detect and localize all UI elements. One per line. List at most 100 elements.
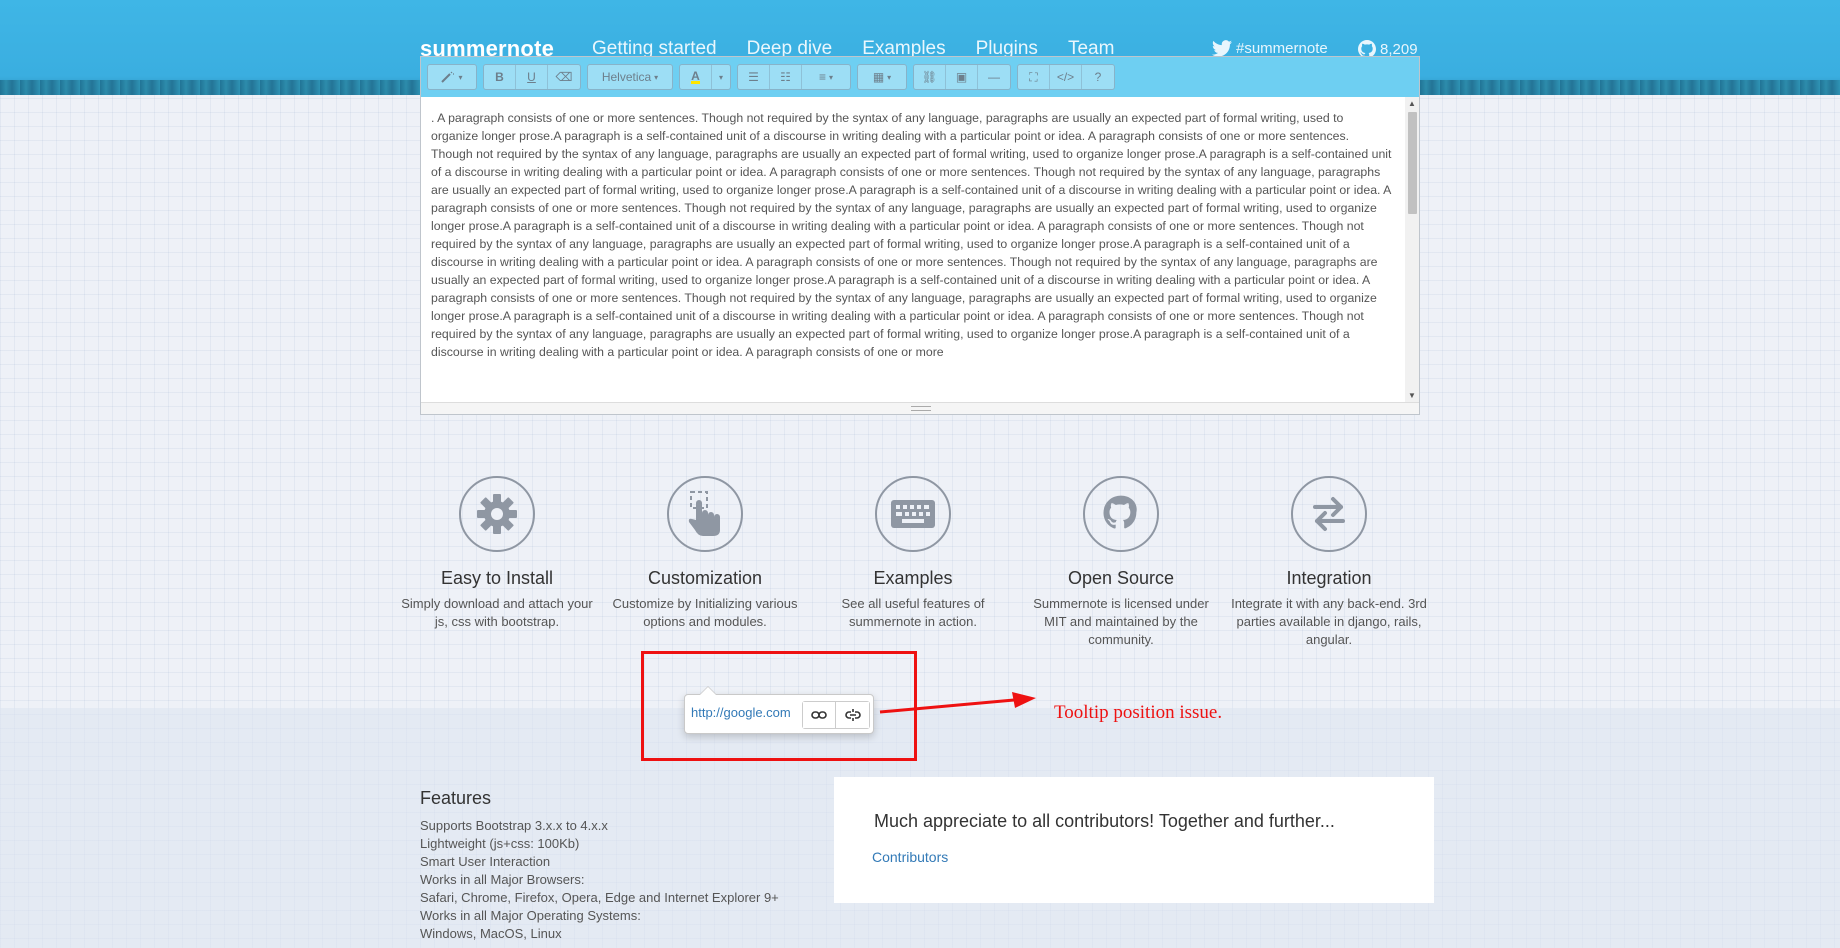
feature-description: See all useful features of summernote in… <box>841 596 985 629</box>
features-list: Features Supports Bootstrap 3.x.x to 4.x… <box>420 788 779 943</box>
list-item: Works in all Major Operating Systems: <box>420 908 641 923</box>
style-dropdown-button[interactable]: ▾ <box>428 65 476 89</box>
feature-title: Integration <box>1286 568 1372 588</box>
caret-down-icon: ▾ <box>654 72 659 82</box>
twitter-link[interactable]: #summernote <box>1212 40 1328 57</box>
minus-icon: — <box>988 70 1000 84</box>
popover-button-group <box>802 701 870 729</box>
feature-title: Examples <box>873 568 953 588</box>
picture-icon: ▣ <box>955 70 968 84</box>
ordered-list-button[interactable]: ☷ <box>770 65 802 89</box>
editor-scrollbar[interactable]: ▲ ▼ <box>1405 97 1419 402</box>
caret-down-icon: ▾ <box>829 72 834 82</box>
fullscreen-button[interactable]: ⛶ <box>1018 65 1050 89</box>
eraser-icon: ⌫ <box>555 70 573 84</box>
font-color-icon: A <box>691 68 700 84</box>
magic-wand-icon <box>441 71 455 83</box>
caret-down-icon: ▾ <box>458 72 463 82</box>
color-dropdown-button[interactable]: ▾ <box>712 65 730 89</box>
font-name-group: Helvetica ▾ <box>587 64 673 90</box>
help-button[interactable]: ? <box>1082 65 1114 89</box>
scroll-down-arrow-icon[interactable]: ▼ <box>1408 391 1416 400</box>
keyboard-icon <box>891 500 935 528</box>
feature-icon-circle <box>459 476 535 552</box>
github-star-count: 8,209 <box>1380 40 1418 58</box>
bold-icon: B <box>495 70 504 84</box>
list-item: Lightweight (js+css: 100Kb) <box>420 836 580 851</box>
underline-icon: U <box>527 70 536 84</box>
fullscreen-icon: ⛶ <box>1029 69 1038 84</box>
edit-link-button[interactable] <box>803 702 836 728</box>
view-group: ⛶ </> ? <box>1017 64 1115 90</box>
feature-open-source: Open Source Summernote is licensed under… <box>1021 476 1221 649</box>
contributors-panel: Much appreciate to all contributors! Tog… <box>834 777 1434 903</box>
feature-description: Summernote is licensed under MIT and mai… <box>1033 596 1209 647</box>
list-item: Works in all Major Browsers: <box>420 872 585 887</box>
features-list-title: Features <box>420 788 492 808</box>
insert-picture-button[interactable]: ▣ <box>946 65 978 89</box>
touch-hand-icon <box>688 491 720 536</box>
feature-icon-circle <box>1291 476 1367 552</box>
question-icon: ? <box>1094 70 1102 84</box>
paragraph-dropdown-button[interactable]: ≡ ▾ <box>802 65 850 89</box>
summernote-editor: ▾ B U ⌫ Helvetica ▾ A ▾ ☰ ☷ ≡ ▾ ▦ ▾ ⛓ ▣ — <box>420 56 1420 415</box>
caret-down-icon: ▾ <box>887 72 892 82</box>
font-color-button[interactable]: A <box>680 65 712 89</box>
unordered-list-button[interactable]: ☰ <box>738 65 770 89</box>
feature-description: Simply download and attach your js, css … <box>401 596 593 629</box>
list-item: Smart User Interaction <box>420 854 551 869</box>
font-name-dropdown[interactable]: Helvetica ▾ <box>588 65 672 89</box>
table-dropdown-button[interactable]: ▦ ▾ <box>858 65 906 89</box>
twitter-icon <box>1212 40 1232 57</box>
align-left-icon: ≡ <box>818 70 826 84</box>
twitter-handle: #summernote <box>1236 40 1328 57</box>
caret-down-icon: ▾ <box>718 72 723 82</box>
editor-toolbar: ▾ B U ⌫ Helvetica ▾ A ▾ ☰ ☷ ≡ ▾ ▦ ▾ ⛓ ▣ — <box>421 57 1419 97</box>
color-group: A ▾ <box>679 64 731 90</box>
table-icon: ▦ <box>872 70 885 84</box>
features-list-items: Supports Bootstrap 3.x.x to 4.x.x Lightw… <box>420 817 779 943</box>
link-icon <box>811 711 827 719</box>
scroll-up-arrow-icon[interactable]: ▲ <box>1408 99 1416 108</box>
link-icon: ⛓ <box>921 70 938 84</box>
link-popover: http://google.com <box>684 686 874 734</box>
feature-icon-circle <box>1083 476 1159 552</box>
table-group: ▦ ▾ <box>857 64 907 90</box>
feature-customization: Customization Customize by Initializing … <box>605 476 805 631</box>
annotation-text: Tooltip position issue. <box>1054 702 1223 723</box>
feature-title: Easy to Install <box>440 568 554 588</box>
list-ul-icon: ☰ <box>748 70 759 84</box>
style-group: ▾ <box>427 64 477 90</box>
insert-link-button[interactable]: ⛓ <box>914 65 946 89</box>
feature-examples: Examples See all useful features of summ… <box>813 476 1013 631</box>
editor-content[interactable]: . A paragraph consists of one or more se… <box>421 97 1419 402</box>
editor-statusbar <box>421 402 1419 414</box>
underline-button[interactable]: U <box>516 65 548 89</box>
feature-easy-install: Easy to Install Simply download and atta… <box>397 476 597 631</box>
annotation-arrow <box>879 692 1036 714</box>
clear-format-button[interactable]: ⌫ <box>548 65 580 89</box>
gear-icon <box>477 494 517 534</box>
feature-integration: Integration Integrate it with any back-e… <box>1229 476 1429 649</box>
contributors-link[interactable]: Contributors <box>872 849 948 865</box>
font-name-label: Helvetica <box>601 70 652 84</box>
bold-button[interactable]: B <box>484 65 516 89</box>
list-item: Supports Bootstrap 3.x.x to 4.x.x <box>420 818 608 833</box>
insert-hr-button[interactable]: — <box>978 65 1010 89</box>
github-icon <box>1103 495 1137 529</box>
unlink-button[interactable] <box>836 702 869 728</box>
popover-link-url[interactable]: http://google.com <box>691 705 791 720</box>
scrollbar-thumb[interactable] <box>1408 112 1417 214</box>
feature-description: Integrate it with any back-end. 3rd part… <box>1231 596 1427 647</box>
list-item: Windows, MacOS, Linux <box>420 926 562 941</box>
feature-description: Customize by Initializing various option… <box>612 596 798 629</box>
popover-arrow-inner <box>700 687 716 695</box>
paragraph-group: ☰ ☷ ≡ ▾ <box>737 64 851 90</box>
resize-handle[interactable] <box>911 406 931 411</box>
feature-title: Customization <box>647 568 763 588</box>
list-ol-icon: ☷ <box>780 70 791 84</box>
font-style-group: B U ⌫ <box>483 64 581 90</box>
unlink-icon <box>844 709 861 721</box>
codeview-button[interactable]: </> <box>1050 65 1082 89</box>
code-icon: </> <box>1056 70 1075 84</box>
